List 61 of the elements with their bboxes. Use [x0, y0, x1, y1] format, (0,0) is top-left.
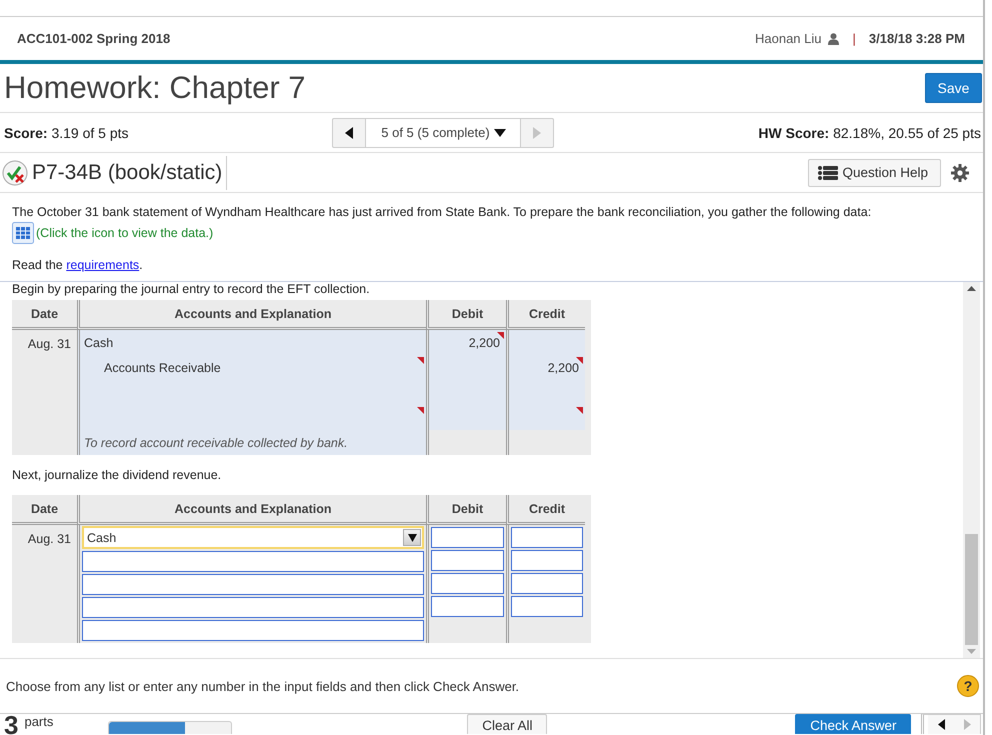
score-text: Score: 3.19 of 5 pts: [4, 124, 129, 140]
requirements-link[interactable]: requirements: [66, 258, 140, 272]
user-icon: [828, 32, 840, 44]
debit-input[interactable]: [431, 573, 504, 594]
date-cell-text: Aug. 31: [26, 336, 72, 351]
account-input[interactable]: [82, 574, 424, 595]
clear-all-button[interactable]: Clear All: [467, 714, 548, 734]
right-triangle-icon: [533, 126, 542, 138]
partial-credit-icon: [2, 160, 28, 186]
settings-icon[interactable]: [951, 164, 969, 182]
parts-label: parts: [24, 714, 54, 729]
account-input[interactable]: [82, 597, 424, 618]
course-name: ACC101-002 Spring 2018: [17, 31, 170, 46]
scrollbar[interactable]: [963, 282, 980, 658]
parts-count: 3: [4, 716, 18, 734]
caret-icon: [494, 128, 506, 136]
date-cell-text: Aug. 31: [26, 531, 72, 546]
left-triangle-icon: [938, 719, 945, 730]
scrollbar-thumb[interactable]: [965, 534, 978, 645]
help-button[interactable]: ?: [957, 675, 979, 697]
explanation-text: To record account receivable collected by bank.: [83, 434, 349, 452]
account-cell: Accounts Receivable: [80, 355, 426, 380]
amount-cell: 2,200: [509, 355, 585, 380]
up-arrow-icon[interactable]: [967, 286, 976, 291]
left-triangle-icon: [345, 126, 354, 138]
check-answer-button[interactable]: Check Answer: [795, 714, 912, 734]
caret-icon: [408, 534, 416, 542]
problem-text: The October 31 bank statement of Wyndham Healthcare has just arrived from State Bank. To prepare the bank reconciliation, you gather the following data:: [12, 205, 872, 219]
data-link-text[interactable]: (Click the icon to view the data.): [36, 226, 214, 240]
instruction-text: Begin by preparing the journal entry to record the EFT collection.: [12, 282, 371, 298]
credit-input[interactable]: [511, 550, 583, 571]
footer-instruction: Choose from any list or enter any number in the input fields and then click Check Answer.: [6, 678, 520, 694]
previous-button[interactable]: [928, 715, 954, 734]
column-header: Date: [12, 495, 77, 525]
debit-input[interactable]: [431, 527, 504, 548]
table-icon[interactable]: [12, 222, 34, 244]
debit-input[interactable]: [431, 550, 504, 571]
list-icon: [818, 166, 838, 180]
dropdown-button[interactable]: [403, 529, 421, 546]
save-button[interactable]: Save: [925, 73, 982, 103]
right-triangle-icon: [964, 719, 971, 730]
question-help-button[interactable]: Question Help: [808, 158, 941, 186]
account-cell-text: Cash: [83, 334, 114, 352]
user-name: Haonan Liu: [754, 31, 822, 46]
credit-input[interactable]: [511, 573, 583, 594]
requirements-text: Read the requirements.: [12, 258, 144, 272]
debit-input[interactable]: [431, 596, 504, 617]
credit-input[interactable]: [511, 527, 583, 548]
separator: |: [852, 31, 856, 46]
account-input[interactable]: [82, 551, 424, 572]
date-time: 3/18/18 3:28 PM: [868, 31, 965, 46]
hw-score-text: HW Score: 82.18%, 20.55 of 25 pts: [758, 124, 981, 140]
question-name: P7-34B (book/static): [32, 160, 222, 184]
credit-input[interactable]: [511, 596, 583, 617]
amount-cell: 2,200: [429, 330, 506, 355]
account-input[interactable]: [82, 620, 424, 641]
column-header: Date: [12, 300, 77, 330]
account-dropdown[interactable]: Cash: [82, 526, 424, 549]
instruction-text: Next, journalize the dividend revenue.: [12, 468, 222, 482]
question-position-dropdown[interactable]: 5 of 5 (5 complete): [365, 118, 522, 146]
page-title: Homework: Chapter 7: [4, 70, 306, 106]
